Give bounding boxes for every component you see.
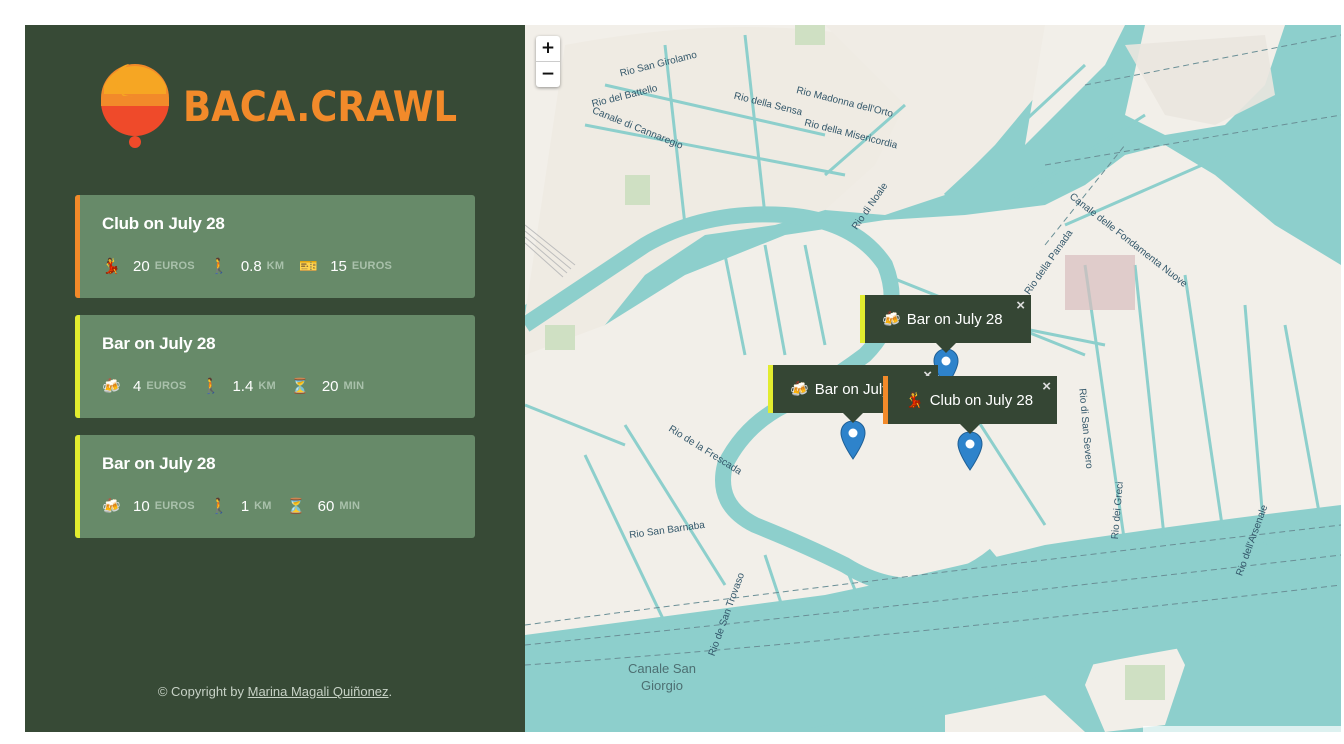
sidebar: BACA.CRAWL Club on July 28 💃 20 EUROS 🚶 0.8 KM…: [25, 25, 525, 732]
card-accent-bar: [75, 435, 80, 538]
crawl-stop-card[interactable]: Bar on July 28 🍻 10 EUROS 🚶 1 KM ⏳ 60 MIN: [75, 435, 475, 538]
stat-unit: EUROS: [154, 260, 195, 272]
app-root: BACA.CRAWL Club on July 28 💃 20 EUROS 🚶 0.8 KM…: [25, 25, 1341, 732]
walking-icon: 🚶: [209, 498, 229, 515]
crawl-stop-card[interactable]: Bar on July 28 🍻 4 EUROS 🚶 1.4 KM ⏳ 20 MIN: [75, 315, 475, 418]
balloon-logo-icon: [101, 64, 169, 148]
popup-accent-bar: [860, 295, 865, 343]
card-stats: 🍻 10 EUROS 🚶 1 KM ⏳ 60 MIN: [102, 497, 475, 516]
walking-icon: 🚶: [209, 258, 229, 275]
stat-item: ⏳ 60 MIN: [286, 497, 361, 516]
card-title: Bar on July 28: [102, 334, 216, 353]
map-label-canale-san-giorgio: Canale San Giorgio: [628, 661, 696, 693]
map-popup-bar-1[interactable]: 🍻 Bar on July 28 ×: [860, 295, 1031, 353]
beer-icon: 🍻: [102, 498, 121, 515]
stat-value: 0.8: [240, 257, 262, 275]
copyright-footer: © Copyright by Marina Magali Quiñonez.: [25, 684, 525, 699]
popup-close-button[interactable]: ×: [1016, 297, 1025, 314]
brand-name: BACA.CRAWL: [183, 81, 458, 131]
stat-unit: KM: [254, 500, 272, 512]
zoom-in-button[interactable]: +: [536, 36, 560, 61]
stat-item: 🎫 15 EUROS: [299, 257, 392, 276]
author-link[interactable]: Marina Magali Quiñonez: [248, 684, 389, 699]
zoom-out-button[interactable]: −: [536, 61, 560, 87]
stat-value: 1.4: [232, 377, 254, 395]
map-attribution: [1143, 726, 1341, 732]
card-stats: 💃 20 EUROS 🚶 0.8 KM 🎫 15 EUROS: [102, 257, 475, 276]
map-marker-3[interactable]: [957, 431, 983, 471]
stat-item: 🚶 1 KM: [209, 497, 272, 516]
hourglass-icon: ⏳: [286, 498, 306, 515]
card-title: Bar on July 28: [102, 454, 216, 473]
popup-accent-bar: [883, 376, 888, 424]
popup-close-button[interactable]: ×: [1042, 378, 1051, 395]
stat-unit: KM: [258, 380, 276, 392]
logo: BACA.CRAWL: [99, 58, 494, 154]
crawl-stop-card[interactable]: Club on July 28 💃 20 EUROS 🚶 0.8 KM 🎫 15 EUROS: [75, 195, 475, 298]
stat-item: ⏳ 20 MIN: [290, 377, 365, 396]
stat-value: 20: [133, 257, 150, 275]
popup-accent-bar: [768, 365, 773, 413]
stat-unit: MIN: [339, 500, 361, 512]
popup-tip: [843, 413, 863, 423]
popup-label: Club on July 28: [929, 391, 1034, 409]
card-stats: 🍻 4 EUROS 🚶 1.4 KM ⏳ 20 MIN: [102, 377, 475, 396]
beer-icon: 🍻: [102, 378, 121, 395]
copyright-prefix: © Copyright by: [157, 684, 248, 699]
stat-unit: EUROS: [154, 500, 195, 512]
stat-item: 🍻 4 EUROS: [102, 377, 187, 396]
map-popup-club[interactable]: 💃 Club on July 28 ×: [883, 376, 1057, 434]
stat-value: 4: [133, 377, 142, 395]
popup-tip: [935, 343, 956, 353]
zoom-control: + −: [536, 36, 560, 87]
stat-value: 10: [133, 497, 150, 515]
popup-label: Bar on July 28: [906, 310, 1003, 328]
stat-value: 60: [317, 497, 335, 515]
card-title: Club on July 28: [102, 214, 225, 233]
stat-unit: EUROS: [351, 260, 392, 272]
copyright-suffix: .: [388, 684, 393, 699]
dancer-icon: 💃: [102, 258, 121, 275]
walking-icon: 🚶: [201, 378, 221, 395]
map-marker-2[interactable]: [840, 420, 866, 460]
map-view[interactable]: Canale San Giorgio Rio San Girolamo Rio …: [525, 25, 1341, 732]
stat-unit: KM: [266, 260, 285, 272]
popup-tip: [960, 424, 980, 434]
stat-value: 1: [240, 497, 250, 515]
stat-unit: MIN: [343, 380, 365, 392]
stat-item: 🚶 1.4 KM: [201, 377, 276, 396]
stat-value: 15: [330, 257, 347, 275]
stat-item: 💃 20 EUROS: [102, 257, 195, 276]
crawl-stop-list: Club on July 28 💃 20 EUROS 🚶 0.8 KM 🎫 15 EUROS Bar…: [75, 195, 475, 555]
stat-value: 20: [321, 377, 339, 395]
hourglass-icon: ⏳: [290, 378, 310, 395]
stat-unit: EUROS: [146, 380, 187, 392]
stat-item: 🚶 0.8 KM: [209, 257, 285, 276]
ticket-icon: 🎫: [299, 258, 318, 275]
beer-icon: 🍻: [882, 311, 901, 328]
beer-icon: 🍻: [790, 381, 809, 398]
stat-item: 🍻 10 EUROS: [102, 497, 195, 516]
card-accent-bar: [75, 195, 80, 298]
dancer-icon: 💃: [905, 392, 924, 409]
card-accent-bar: [75, 315, 80, 418]
